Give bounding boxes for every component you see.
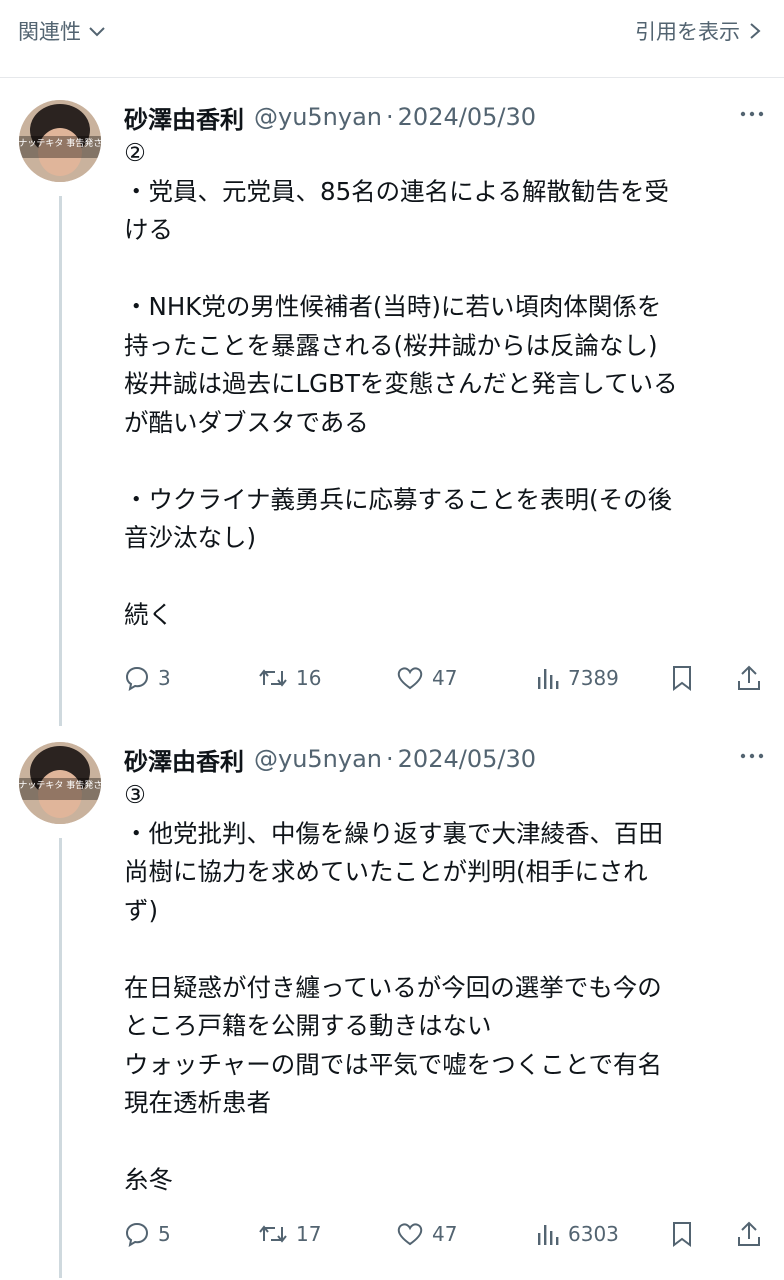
thread-line bbox=[59, 838, 62, 1278]
views-button[interactable]: 6303 bbox=[534, 1216, 619, 1252]
tweet-header: 砂澤由香利 @yu5nyan · 2024/05/30 bbox=[124, 742, 536, 776]
avatar[interactable]: オタクナッテキタ 事告発されてき bbox=[19, 742, 101, 824]
share-icon bbox=[736, 1220, 762, 1248]
thread-line bbox=[59, 196, 62, 726]
author-name[interactable]: 砂澤由香利 bbox=[124, 742, 244, 777]
like-count: 47 bbox=[432, 666, 458, 690]
separator-dot: · bbox=[386, 745, 394, 773]
bookmark-icon bbox=[670, 664, 694, 692]
retweet-icon bbox=[258, 1221, 288, 1247]
more-icon[interactable] bbox=[738, 104, 766, 124]
author-handle[interactable]: @yu5nyan bbox=[254, 745, 382, 773]
action-bar: 5 17 47 6303 bbox=[124, 1216, 764, 1252]
views-count: 7389 bbox=[568, 666, 619, 690]
views-count: 6303 bbox=[568, 1222, 619, 1246]
tweet[interactable]: オタクナッテキタ 事告発されてき 砂澤由香利 @yu5nyan · 2024/0… bbox=[0, 100, 784, 726]
reply-count: 5 bbox=[158, 1222, 171, 1246]
author-handle[interactable]: @yu5nyan bbox=[254, 103, 382, 131]
share-button[interactable] bbox=[736, 660, 762, 696]
show-quotes-label: 引用を表示 bbox=[635, 20, 740, 44]
tweet-body: ③ ・他党批判、中傷を繰り返す裏で大津綾香、百田 尚樹に協力を求めていたことが判… bbox=[124, 780, 663, 1194]
post-date[interactable]: 2024/05/30 bbox=[398, 103, 536, 131]
separator-dot: · bbox=[386, 103, 394, 131]
like-count: 47 bbox=[432, 1222, 458, 1246]
show-quotes-link[interactable]: 引用を表示 bbox=[635, 16, 764, 46]
like-button[interactable]: 47 bbox=[396, 660, 457, 696]
share-icon bbox=[736, 664, 762, 692]
retweet-icon bbox=[258, 665, 288, 691]
avatar-caption: オタクナッテキタ 事告発されてき bbox=[19, 137, 101, 149]
more-icon[interactable] bbox=[738, 746, 766, 766]
action-bar: 3 16 47 7389 bbox=[124, 660, 764, 696]
tweet-text: ③ ・他党批判、中傷を繰り返す裏で大津綾香、百田 尚樹に協力を求めていたことが判… bbox=[124, 776, 774, 1200]
views-button[interactable]: 7389 bbox=[534, 660, 619, 696]
reply-count: 3 bbox=[158, 666, 171, 690]
tweet[interactable]: オタクナッテキタ 事告発されてき 砂澤由香利 @yu5nyan · 2024/0… bbox=[0, 742, 784, 1278]
tweet-header: 砂澤由香利 @yu5nyan · 2024/05/30 bbox=[124, 100, 536, 134]
avatar-caption: オタクナッテキタ 事告発されてき bbox=[19, 779, 101, 791]
retweet-count: 17 bbox=[296, 1222, 322, 1246]
heart-icon bbox=[396, 665, 424, 691]
chevron-down-icon bbox=[87, 21, 107, 41]
avatar[interactable]: オタクナッテキタ 事告発されてき bbox=[19, 100, 101, 182]
bookmark-button[interactable] bbox=[670, 660, 694, 696]
retweet-button[interactable]: 17 bbox=[258, 1216, 321, 1252]
tweet-body: ② ・党員、元党員、85名の連名による解散勧告を受 ける ・NHK党の男性候補者… bbox=[124, 138, 678, 629]
bookmark-icon bbox=[670, 1220, 694, 1248]
reply-icon bbox=[124, 1221, 150, 1247]
post-date[interactable]: 2024/05/30 bbox=[398, 745, 536, 773]
top-bar: 関連性 引用を表示 bbox=[0, 0, 784, 78]
heart-icon bbox=[396, 1221, 424, 1247]
reply-button[interactable]: 3 bbox=[124, 660, 171, 696]
chevron-right-icon bbox=[746, 21, 764, 41]
reply-button[interactable]: 5 bbox=[124, 1216, 171, 1252]
relevance-label: 関連性 bbox=[18, 20, 81, 44]
author-name[interactable]: 砂澤由香利 bbox=[124, 100, 244, 135]
bookmark-button[interactable] bbox=[670, 1216, 694, 1252]
like-button[interactable]: 47 bbox=[396, 1216, 457, 1252]
share-button[interactable] bbox=[736, 1216, 762, 1252]
views-icon bbox=[534, 1221, 560, 1247]
tweet-text: ② ・党員、元党員、85名の連名による解散勧告を受 ける ・NHK党の男性候補者… bbox=[124, 134, 774, 635]
reply-icon bbox=[124, 665, 150, 691]
retweet-button[interactable]: 16 bbox=[258, 660, 321, 696]
relevance-sort-button[interactable]: 関連性 bbox=[18, 16, 107, 46]
views-icon bbox=[534, 665, 560, 691]
retweet-count: 16 bbox=[296, 666, 322, 690]
